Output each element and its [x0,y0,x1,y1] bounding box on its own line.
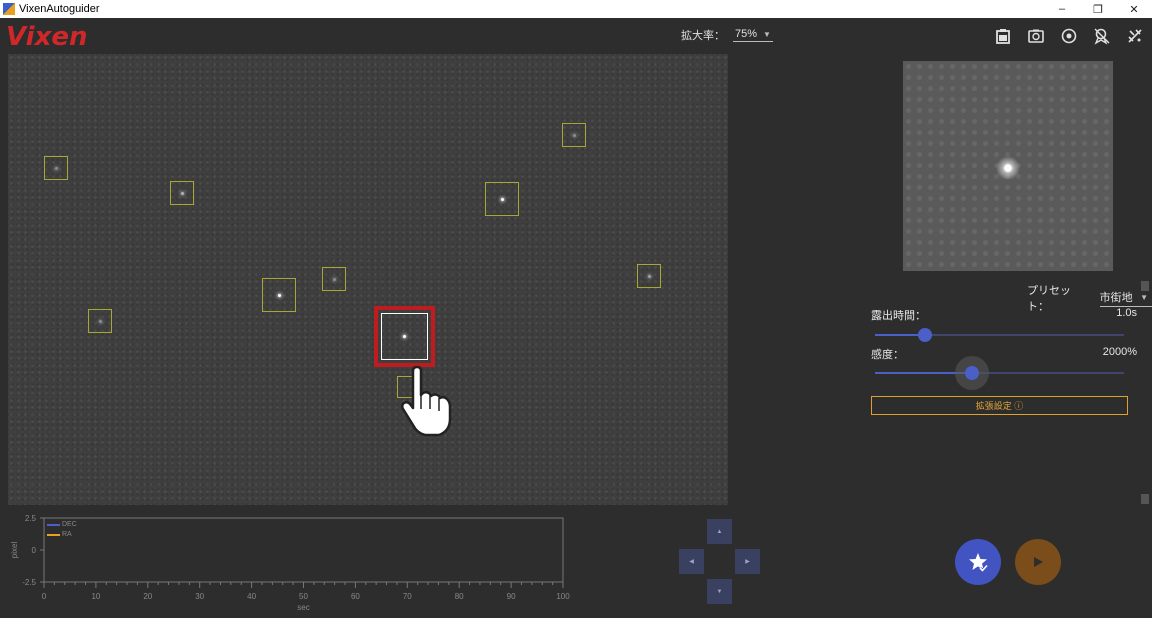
gain-value: 2000% [1102,346,1137,358]
x-tick-label: 40 [247,592,256,601]
star-check-icon [969,553,989,573]
legend-item-ra: RA [47,530,77,540]
gain-label: 感度： [871,349,904,361]
x-tick-label: 30 [195,592,204,601]
window-title: VixenAutoguider [19,3,100,15]
star [648,275,651,278]
pointer-hand-icon [400,365,452,437]
y-tick-label: 0 [32,546,37,555]
slider-thumb[interactable] [965,366,980,380]
y-axis-label: pixel [10,542,19,559]
zoom-label: 拡大率： [681,30,725,42]
guide-graph: 2.5 0 -2.5 0 10 20 30 40 50 60 70 80 90 100 sec pixel [0,510,580,618]
legend-label: RA [62,531,72,538]
star-preview [903,61,1113,271]
preset-select[interactable]: 市街地 ▼ [1099,289,1152,307]
target-icon[interactable] [1052,24,1085,48]
star [99,320,102,323]
zoom-control: 拡大率： 75% ▼ [681,27,773,43]
legend-item-dec: DEC [47,520,77,530]
x-tick-label: 100 [556,592,570,601]
star-candidate-box[interactable] [262,278,296,312]
plot-frame [43,517,564,583]
clipboard-icon[interactable] [986,24,1019,48]
exposure-slider[interactable] [875,328,1124,342]
chevron-down-icon: ▼ [763,29,771,39]
minimize-button[interactable]: – [1044,0,1080,18]
close-button[interactable]: ✕ [1116,0,1152,18]
advanced-settings-button[interactable]: 拡張設定 ⓘ [871,396,1128,415]
restore-button[interactable]: ❐ [1080,0,1116,18]
zoom-select[interactable]: 75% ▼ [733,28,773,42]
legend-line [47,534,60,536]
star [333,278,336,281]
star [278,294,281,297]
x-tick-label: 90 [507,592,516,601]
app-icon [3,3,15,15]
star-candidate-box[interactable] [485,182,519,216]
auto-guide-button[interactable] [955,539,1001,585]
x-tick-label: 70 [403,592,412,601]
star-candidate-box[interactable] [88,309,112,333]
gain-slider[interactable] [875,356,1124,390]
move-up-button[interactable]: ▲ [707,519,732,544]
toolbar [986,24,1151,48]
x-tick-label: 0 [42,592,47,601]
exposure-label: 露出時間： [871,310,926,322]
star [501,198,504,201]
star-candidate-box[interactable] [637,264,661,288]
star-candidate-box[interactable] [562,123,586,147]
star [55,167,58,170]
calibrate-icon[interactable] [1085,24,1118,48]
star [573,134,576,137]
selected-guide-star[interactable] [374,306,435,367]
y-tick-label: -2.5 [22,578,36,587]
vixen-logo: Vixen [6,22,88,52]
camera-rotate-icon[interactable] [1019,24,1052,48]
preset-value: 市街地 [1099,292,1133,304]
star [403,335,406,338]
star [181,192,184,195]
move-right-button[interactable]: ▶ [735,549,760,574]
move-left-button[interactable]: ◀ [679,549,704,574]
legend-label: DEC [62,521,77,528]
gain-row: 感度： 2000% [871,346,1137,362]
y-tick-label: 2.5 [25,514,37,523]
x-axis-label: sec [297,603,309,612]
x-tick-label: 50 [299,592,308,601]
move-down-button[interactable]: ▼ [707,579,732,604]
no-guide-icon[interactable] [1118,24,1151,48]
camera-image[interactable] [8,54,728,505]
start-button[interactable] [1015,539,1061,585]
zoom-value: 75% [735,28,758,40]
selected-star-inner-box [381,313,428,360]
panel-scroll-down[interactable] [1141,494,1149,504]
chevron-down-icon: ▼ [1140,292,1148,302]
x-tick-label: 80 [455,592,464,601]
slider-thumb[interactable] [917,328,932,342]
legend-line [47,524,60,526]
exposure-value: 1.0s [1116,307,1137,319]
x-tick-label: 60 [351,592,360,601]
x-tick-label: 10 [91,592,100,601]
graph-legend: DEC RA [47,520,77,540]
star-candidate-box[interactable] [44,156,68,180]
star-candidate-box[interactable] [170,181,194,205]
star-candidate-box[interactable] [322,267,346,291]
title-bar: VixenAutoguider – ❐ ✕ [0,0,1152,18]
exposure-row: 露出時間： 1.0s [871,307,1137,323]
x-tick-label: 20 [143,592,152,601]
play-icon [1034,557,1043,567]
